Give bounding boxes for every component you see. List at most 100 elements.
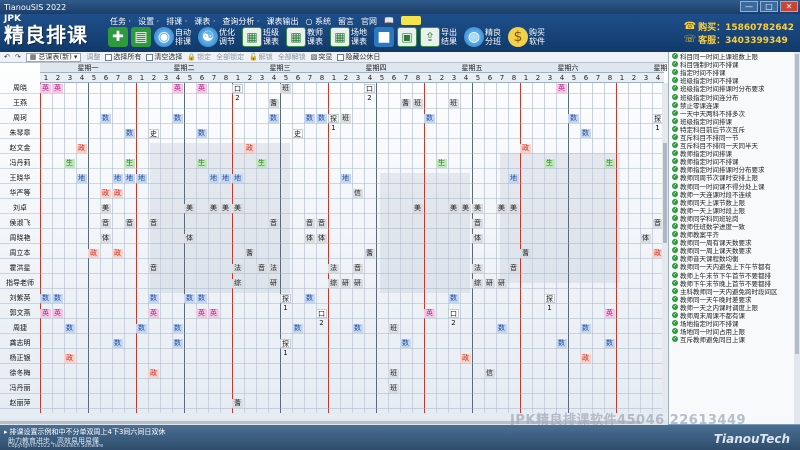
lesson-cell[interactable]: 生 <box>544 159 555 168</box>
lesson-cell[interactable]: 英 <box>40 84 51 93</box>
close-button[interactable]: ✕ <box>780 1 798 12</box>
rule-item[interactable]: ✓ 教师指定时间排课时分布要求 <box>669 165 800 173</box>
teacher-table-button[interactable]: ▦ 教师课表 <box>286 27 327 47</box>
lesson-cell[interactable]: 地 <box>76 174 87 183</box>
add-button[interactable]: ✚ <box>108 27 128 47</box>
save-button[interactable]: ■ <box>374 27 394 47</box>
lesson-cell[interactable]: 研 <box>268 279 279 288</box>
lesson-cell[interactable]: 蓍 <box>520 249 531 258</box>
import-button[interactable]: ▤ <box>131 27 151 47</box>
undo-icon[interactable]: ↶ <box>4 53 10 61</box>
lesson-cell[interactable]: 数 <box>292 324 303 333</box>
rule-item[interactable]: ✓ 教师同一天午晚时差要求 <box>669 295 800 303</box>
menu-system[interactable]: ○ 系统 <box>305 16 331 27</box>
lesson-cell[interactable]: 口2 <box>448 309 459 327</box>
unlock-button[interactable]: 🔓 解锁 <box>249 52 273 62</box>
lesson-cell[interactable]: 班 <box>448 99 459 108</box>
lesson-cell[interactable]: 探1 <box>280 294 291 312</box>
auto-schedule-button[interactable]: ◉ 自动排课 <box>154 27 195 47</box>
teacher-name[interactable]: 指导老师 <box>0 278 40 289</box>
scroll-thumb[interactable] <box>795 54 799 354</box>
minimize-button[interactable]: — <box>740 1 758 12</box>
lesson-cell[interactable]: 美 <box>220 204 231 213</box>
lesson-cell[interactable]: 数 <box>304 294 315 303</box>
lesson-cell[interactable]: 数 <box>148 294 159 303</box>
lesson-cell[interactable]: 法 <box>268 264 279 273</box>
lesson-cell[interactable]: 数 <box>604 339 615 348</box>
lesson-cell[interactable]: 数 <box>112 339 123 348</box>
lesson-cell[interactable]: 英 <box>196 84 207 93</box>
teacher-name[interactable]: 徐冬梅 <box>0 368 40 379</box>
lesson-cell[interactable]: 美 <box>412 204 423 213</box>
lesson-cell[interactable]: 音 <box>100 219 111 228</box>
teacher-name[interactable]: 侯淑飞 <box>0 218 40 229</box>
lesson-cell[interactable]: 研 <box>352 279 363 288</box>
lesson-cell[interactable]: 数 <box>172 339 183 348</box>
rule-item[interactable]: ✓ 教师上午末节下午首节不要都排 <box>669 271 800 279</box>
lesson-cell[interactable]: 英 <box>196 309 207 318</box>
unlock-all-button[interactable]: 全部解锁 <box>278 52 306 62</box>
rule-item[interactable]: ✓ 教师同一周上课天数要求 <box>669 246 800 254</box>
redo-icon[interactable]: ↷ <box>15 53 21 61</box>
teacher-name[interactable]: 刘紫英 <box>0 293 40 304</box>
lesson-cell[interactable]: 数 <box>580 129 591 138</box>
lesson-cell[interactable]: 数 <box>580 324 591 333</box>
lesson-cell[interactable]: 法 <box>328 264 339 273</box>
lesson-cell[interactable]: 地 <box>208 174 219 183</box>
maximize-button[interactable]: □ <box>760 1 778 12</box>
teacher-name[interactable]: 冯丹莉 <box>0 158 40 169</box>
rule-item[interactable]: ✓ 教师一天上课时段上限 <box>669 206 800 214</box>
lesson-cell[interactable]: 数 <box>40 294 51 303</box>
lesson-cell[interactable]: 政 <box>112 249 123 258</box>
adjust-button[interactable]: 调整 <box>86 52 100 62</box>
lesson-cell[interactable]: 蓍 <box>244 249 255 258</box>
teacher-name[interactable]: 周晓艳 <box>0 233 40 244</box>
lesson-cell[interactable]: 蓍 <box>400 99 411 108</box>
lesson-cell[interactable]: 政 <box>460 354 471 363</box>
select-all-button[interactable]: 选择所有 <box>105 52 141 62</box>
teacher-name[interactable]: 赵文金 <box>0 143 40 154</box>
lesson-cell[interactable]: 体 <box>304 234 315 243</box>
lesson-cell[interactable]: 英 <box>52 84 63 93</box>
lesson-cell[interactable]: 英 <box>52 309 63 318</box>
lesson-cell[interactable]: 体 <box>184 234 195 243</box>
lesson-cell[interactable]: 生 <box>436 159 447 168</box>
menu-output[interactable]: 课表输出 <box>266 16 298 27</box>
rule-item[interactable]: ✓ 班级指定时间排课时分布要求 <box>669 84 800 92</box>
lesson-cell[interactable]: 生 <box>196 159 207 168</box>
class-table-button[interactable]: ▦ 班级课表 <box>242 27 283 47</box>
lesson-cell[interactable]: 探1 <box>328 114 339 132</box>
book-icon[interactable]: 📖 <box>384 16 394 27</box>
teacher-name[interactable]: 刘卓 <box>0 203 40 214</box>
lesson-cell[interactable]: 生 <box>256 159 267 168</box>
help-badge[interactable] <box>400 16 421 25</box>
lesson-cell[interactable]: 探1 <box>280 339 291 357</box>
menu-message[interactable]: 留言 <box>338 16 354 27</box>
lesson-cell[interactable]: 数 <box>100 114 111 123</box>
rule-item[interactable]: ✓ 互斥科目不排同一天同半天 <box>669 141 800 149</box>
teacher-name[interactable]: 朱琴章 <box>0 128 40 139</box>
lesson-cell[interactable]: 地 <box>112 174 123 183</box>
lesson-cell[interactable]: 音 <box>352 264 363 273</box>
optimize-button[interactable]: ☯ 优化调节 <box>198 27 239 47</box>
rule-item[interactable]: ✓ 班级指定时间排课 <box>669 117 800 125</box>
rule-item[interactable]: ✓ 教师一天连课时段不连续 <box>669 190 800 198</box>
menu-timetable[interactable]: 课表 · <box>194 16 215 27</box>
lesson-cell[interactable]: 班 <box>280 84 291 93</box>
rule-item[interactable]: ✓ 教师周末周课不都有课 <box>669 311 800 319</box>
lesson-cell[interactable]: 英 <box>556 84 567 93</box>
lesson-cell[interactable]: 地 <box>136 174 147 183</box>
lesson-cell[interactable]: 数 <box>52 294 63 303</box>
lesson-cell[interactable]: 数 <box>352 324 363 333</box>
rule-item[interactable]: ✓ 互斥教师避免同日上课 <box>669 335 800 343</box>
lesson-cell[interactable]: 音 <box>472 219 483 228</box>
lesson-cell[interactable]: 美 <box>448 204 459 213</box>
lesson-cell[interactable]: 美 <box>508 204 519 213</box>
teacher-name[interactable]: 王燕 <box>0 98 40 109</box>
lesson-cell[interactable]: 英 <box>40 309 51 318</box>
lesson-cell[interactable]: 研 <box>484 279 495 288</box>
rule-item[interactable]: ✓ 一天中天两科不排多次 <box>669 109 800 117</box>
hide-weekend-button[interactable]: 隐藏公休日 <box>337 52 380 62</box>
lesson-cell[interactable]: 信 <box>352 189 363 198</box>
lesson-cell[interactable]: 研 <box>340 279 351 288</box>
